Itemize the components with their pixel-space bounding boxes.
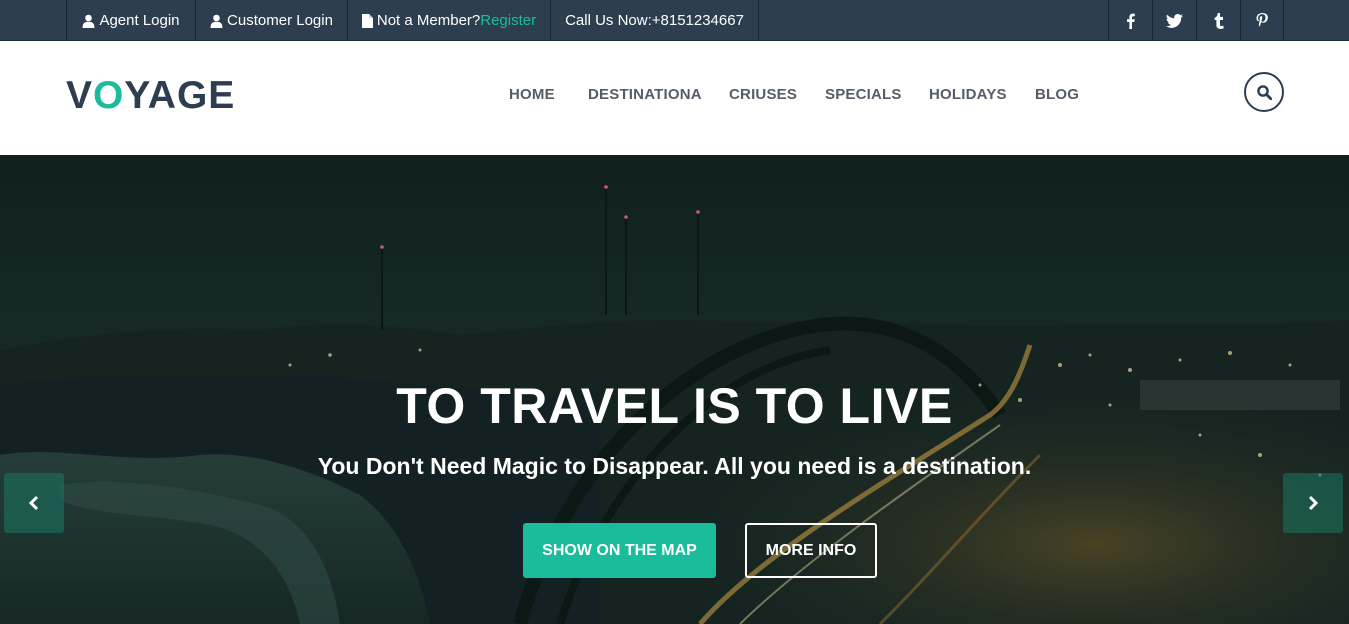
slider-prev-button[interactable] (4, 473, 64, 533)
user-icon (210, 14, 223, 28)
slider-next-button[interactable] (1283, 473, 1343, 533)
search-icon (1256, 84, 1272, 100)
agent-login-link[interactable]: Agent Login (66, 0, 195, 41)
facebook-link[interactable] (1108, 0, 1152, 41)
nav-item-holidays[interactable]: HOLIDAYS (929, 86, 1007, 106)
logo-text-end: YAGE (124, 74, 236, 117)
site-logo[interactable]: VOYAGE (66, 74, 235, 118)
pinterest-icon (1256, 12, 1268, 27)
show-on-map-button[interactable]: SHOW ON THE MAP (523, 523, 716, 578)
hero-slider: TO TRAVEL IS TO LIVE You Don't Need Magi… (0, 155, 1349, 624)
nav-item-blog[interactable]: BLOG (1035, 86, 1079, 106)
hero-title: TO TRAVEL IS TO LIVE (396, 378, 953, 434)
register-link[interactable]: Register (480, 12, 536, 29)
document-icon (361, 13, 373, 28)
twitter-link[interactable] (1152, 0, 1196, 41)
nav-item-cruises[interactable]: CRIUSES (729, 86, 797, 106)
more-info-button[interactable]: MORE INFO (745, 523, 877, 578)
logo-text-accent: O (93, 74, 125, 117)
call-us-label: Call Us Now:+8151234667 (565, 12, 744, 29)
tumblr-link[interactable] (1196, 0, 1240, 41)
customer-login-link[interactable]: Customer Login (195, 0, 347, 41)
agent-login-label: Agent Login (99, 12, 180, 29)
phone-info: Call Us Now:+8151234667 (550, 0, 759, 41)
logo-text-start: V (66, 74, 94, 117)
register-prompt: Not a Member? Register (347, 0, 550, 41)
nav-item-destinations[interactable]: DESTINATIONA (588, 86, 702, 106)
tumblr-icon (1214, 12, 1224, 29)
hero-subtitle: You Don't Need Magic to Disappear. All y… (317, 453, 1032, 479)
nav-item-home[interactable]: HOME (509, 86, 555, 106)
not-member-label: Not a Member? (376, 12, 481, 29)
top-bar: Agent Login Customer Login Not a Member?… (0, 0, 1349, 41)
pinterest-link[interactable] (1240, 0, 1284, 41)
chevron-right-icon (1308, 495, 1318, 511)
site-header: VOYAGE HOME DESTINATIONA CRIUSES SPECIAL… (0, 41, 1349, 155)
twitter-icon (1166, 13, 1183, 28)
search-button[interactable] (1244, 72, 1284, 112)
facebook-icon (1127, 13, 1135, 29)
customer-login-label: Customer Login (227, 12, 333, 29)
chevron-left-icon (29, 495, 39, 511)
user-icon (82, 14, 95, 28)
nav-item-specials[interactable]: SPECIALS (825, 86, 902, 106)
